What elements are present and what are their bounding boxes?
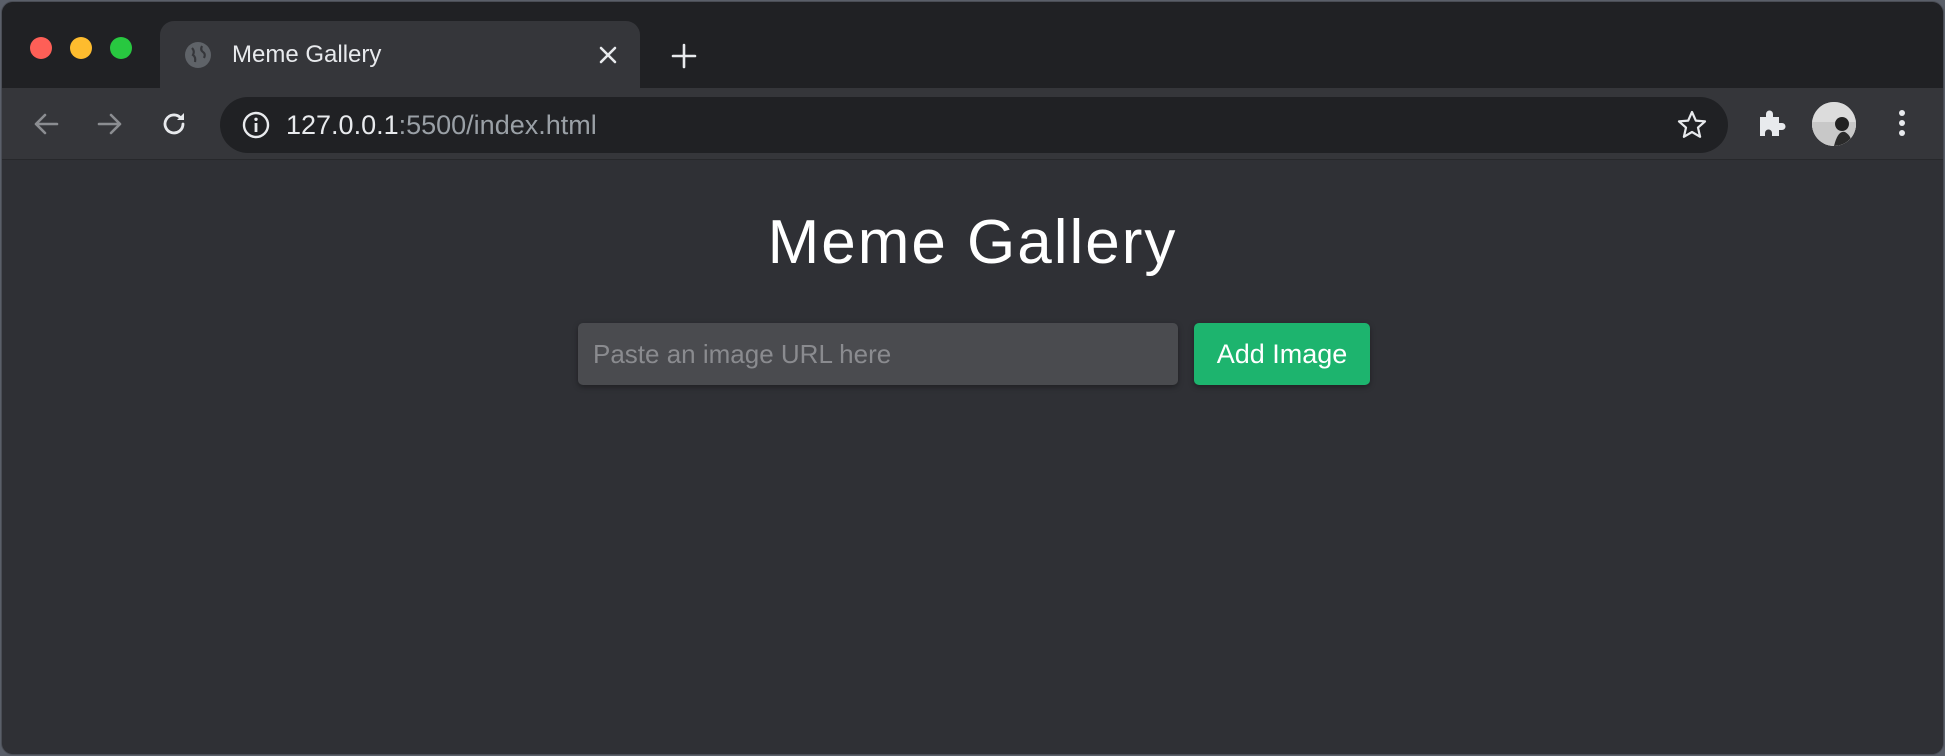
window-close-button[interactable]	[30, 37, 52, 59]
url-host: 127.0.0.1	[286, 110, 399, 140]
browser-window: Meme Gallery 127.0.0.1:5500/index.html M…	[1, 1, 1944, 755]
url-path: :5500/index.html	[398, 110, 597, 140]
close-icon[interactable]	[594, 41, 622, 69]
back-arrow-icon[interactable]	[28, 106, 64, 142]
address-url: 127.0.0.1:5500/index.html	[286, 110, 597, 140]
window-maximize-button[interactable]	[110, 37, 132, 59]
info-icon[interactable]	[242, 111, 270, 139]
window-minimize-button[interactable]	[70, 37, 92, 59]
tab-strip: Meme Gallery	[2, 2, 1943, 88]
tab-title: Meme Gallery	[232, 41, 382, 68]
forward-arrow-icon[interactable]	[92, 106, 128, 142]
tab-meme-gallery[interactable]: Meme Gallery	[160, 21, 640, 88]
image-url-input[interactable]	[578, 323, 1178, 385]
page-content: Meme Gallery Add Image	[2, 161, 1943, 754]
star-icon[interactable]	[1676, 109, 1708, 141]
kebab-menu-icon[interactable]	[1884, 105, 1920, 141]
address-bar[interactable]: 127.0.0.1:5500/index.html	[220, 97, 1728, 153]
browser-toolbar: 127.0.0.1:5500/index.html	[2, 88, 1943, 160]
avatar[interactable]	[1812, 102, 1856, 146]
page-title: Meme Gallery	[767, 208, 1178, 277]
add-image-button[interactable]: Add Image	[1194, 323, 1370, 385]
reload-icon[interactable]	[156, 106, 192, 142]
plus-icon[interactable]	[668, 40, 700, 72]
globe-icon	[184, 41, 212, 69]
puzzle-extensions-icon[interactable]	[1754, 105, 1790, 141]
